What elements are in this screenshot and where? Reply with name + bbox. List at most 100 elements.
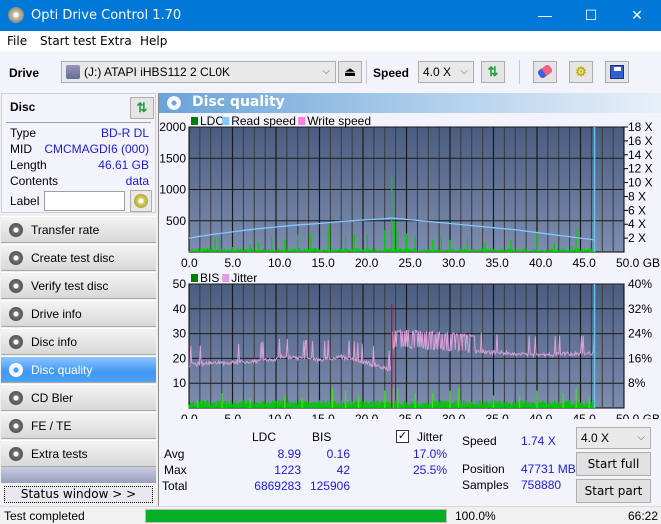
verify-disc-icon	[9, 279, 23, 293]
save-button[interactable]	[605, 61, 629, 83]
nav-cd-bler[interactable]: CD Bler	[1, 384, 156, 411]
maximize-button[interactable]: ☐	[568, 0, 614, 31]
x-tick-label: 45.0	[573, 412, 597, 419]
x-tick-label: 35.0	[486, 256, 510, 270]
legend-label: Read speed	[231, 114, 296, 128]
disc-info-box: Disc ⇅ Type BD-R DL MID CMCMAGDI6 (000) …	[1, 93, 156, 213]
title-bar: Opti Drive Control 1.70 — ☐ ✕	[0, 0, 661, 31]
drive-info-icon	[9, 307, 23, 321]
legend-label: Jitter	[231, 271, 257, 285]
y2-tick-label: 32%	[628, 302, 652, 316]
progress-bar	[145, 509, 447, 523]
y2-tick-label: 12 X	[628, 162, 653, 176]
disc-mid-label: MID	[10, 142, 32, 156]
start-full-button[interactable]: Start full	[576, 452, 651, 476]
menu-file[interactable]: File	[7, 34, 27, 48]
disc-refresh-button[interactable]: ⇅	[130, 97, 154, 119]
nav-drive-info[interactable]: Drive info	[1, 300, 156, 327]
drive-label: Drive	[9, 66, 40, 80]
disc-type-row: Type BD-R DL	[10, 126, 149, 142]
jitter-label: Jitter	[417, 430, 444, 444]
y2-tick-label: 8%	[628, 376, 646, 390]
disc-contents-row: Contents data	[10, 174, 149, 190]
samples-value: 758880	[521, 478, 562, 492]
nav-create-test-disc[interactable]: Create test disc	[1, 244, 156, 271]
nav-transfer-rate[interactable]: Transfer rate	[1, 216, 156, 243]
speed-select[interactable]: 4.0 X ⌵	[418, 61, 474, 83]
stats-avg-bis: 0.16	[326, 447, 350, 461]
nav-label: Create test disc	[31, 251, 115, 265]
legend-label: Write speed	[307, 114, 371, 128]
y-tick-label: 40	[173, 302, 187, 316]
left-panel: Disc ⇅ Type BD-R DL MID CMCMAGDI6 (000) …	[0, 93, 157, 506]
disc-contents-value: data	[125, 174, 149, 188]
jitter-checkbox[interactable]: ✓	[396, 430, 409, 443]
x-tick-label: 5.0	[225, 412, 242, 419]
x-tick-label: 50.0 GB	[616, 412, 660, 419]
nav-fe-te[interactable]: FE / TE	[1, 412, 156, 439]
x-tick-label: 20.0	[355, 256, 379, 270]
status-text: Test completed	[4, 509, 85, 523]
menu-start-test[interactable]: Start test	[40, 34, 96, 48]
drive-select[interactable]: (J:) ATAPI iHBS112 2 CL0K ⌵	[61, 61, 336, 83]
disc-quality-panel: Disc quality 500 1000 1500 2000 0.0 5.0 10.0 15…	[158, 93, 661, 506]
close-button[interactable]: ✕	[614, 0, 660, 31]
nav-disc-quality[interactable]: Disc quality	[1, 356, 156, 383]
create-disc-icon	[9, 251, 23, 265]
disc-mid-value: CMCMAGDI6 (000)	[44, 142, 149, 156]
nav-label: Disc quality	[31, 363, 93, 377]
refresh-icon: ⇅	[136, 100, 148, 115]
stats-max-ldc: 1223	[274, 463, 301, 477]
nav-verify-test-disc[interactable]: Verify test disc	[1, 272, 156, 299]
extra-tests-icon	[9, 447, 23, 461]
menu-extra[interactable]: Extra	[100, 34, 132, 48]
ldc-chart: 500 1000 1500 2000 0.0 5.0 10.0 15.0 20.0 25.0 30.…	[159, 114, 660, 270]
stats-col-ldc: LDC	[252, 430, 277, 444]
nav-label: Verify test disc	[31, 279, 109, 293]
y2-tick-label: 4 X	[628, 217, 646, 231]
eject-icon: ⏏	[343, 64, 357, 79]
y2-tick-label: 16 X	[628, 134, 653, 148]
x-tick-label: 50.0 GB	[616, 256, 660, 270]
y-tick-label: 2000	[159, 120, 186, 134]
eject-button[interactable]: ⏏	[338, 61, 362, 83]
start-part-button[interactable]: Start part	[576, 479, 651, 503]
y2-tick-label: 16%	[628, 351, 652, 365]
progress-fill	[146, 510, 446, 522]
y2-tick-label: 40%	[628, 277, 652, 291]
x-tick-label: 15.0	[312, 412, 336, 419]
disc-label-button[interactable]	[130, 190, 152, 212]
legend-label: BIS	[200, 271, 219, 285]
legend-swatch	[222, 274, 230, 282]
nav-extra-tests[interactable]: Extra tests	[1, 440, 156, 467]
x-tick-label: 15.0	[312, 256, 336, 270]
settings-button[interactable]: ⚙	[569, 61, 593, 83]
resize-grip-icon[interactable]: ⋰	[650, 511, 658, 520]
y2-tick-label: 18 X	[628, 120, 653, 134]
x-tick-label: 0.0	[181, 256, 198, 270]
stats-total-ldc: 6869283	[254, 479, 301, 493]
test-speed-value: 4.0 X	[581, 431, 610, 445]
status-window-button[interactable]: Status window > >	[4, 486, 153, 503]
disc-label-label: Label	[10, 194, 40, 208]
speed-label: Speed	[373, 66, 410, 80]
erase-icon	[536, 63, 554, 80]
y2-tick-label: 8 X	[628, 189, 646, 203]
disc-label-input[interactable]	[44, 191, 125, 211]
erase-button[interactable]	[533, 61, 557, 83]
progress-text: 100.0%	[455, 509, 496, 523]
test-speed-select[interactable]: 4.0 X ⌵	[576, 427, 651, 449]
refresh-button[interactable]: ⇅	[481, 61, 505, 83]
nav-disc-info[interactable]: Disc info	[1, 328, 156, 355]
samples-label: Samples	[462, 478, 509, 492]
minimize-button[interactable]: —	[522, 0, 568, 31]
x-tick-label: 45.0	[573, 256, 597, 270]
menu-help[interactable]: Help	[140, 34, 167, 48]
disc-icon	[134, 194, 148, 208]
chevron-down-icon: ⌵	[322, 66, 330, 77]
disc-info-icon	[9, 335, 23, 349]
cd-bler-icon	[9, 391, 23, 405]
nav-label: Transfer rate	[31, 223, 100, 237]
x-tick-label: 20.0	[355, 412, 379, 419]
stats-col-bis: BIS	[312, 430, 332, 444]
